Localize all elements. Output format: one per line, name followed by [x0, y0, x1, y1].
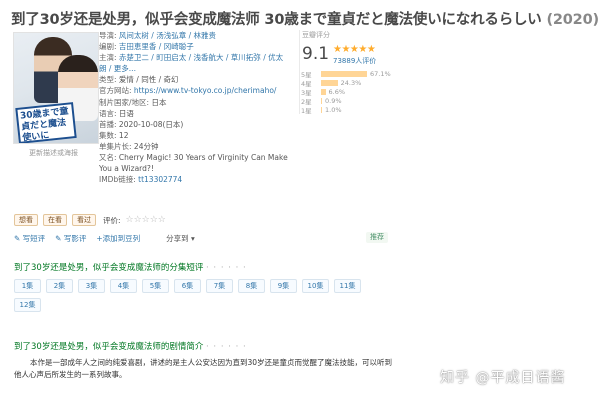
- cast-links[interactable]: 赤楚卫二 / 町田启太 / 浅香航大 / 草川拓弥 / 优太朗 / 更多...: [99, 53, 283, 73]
- info-language: 语言: 日语: [99, 108, 134, 118]
- episodes-section-title: 到了30岁还是处男，似乎会变成魔法师的分集短评 · · · · · ·: [14, 263, 247, 273]
- poster-title-text: 30歳まで童貞だと魔法使いに: [15, 102, 77, 143]
- mark-actions: 想看 在看 看过 评价: ☆☆☆☆☆: [14, 214, 166, 226]
- info-writer: 编剧: 吉田恵里香 / 冈崎聪子: [99, 42, 194, 52]
- official-site-link[interactable]: https://www.tv-tokyo.co.jp/cherimaho/: [134, 86, 277, 95]
- info-runtime: 单集片长: 24分钟: [99, 141, 159, 151]
- info-country: 制片国家/地区: 日本: [99, 97, 167, 107]
- summary-section-title: 到了30岁还是处男，似乎会变成魔法师的剧情简介 · · · · · ·: [14, 342, 247, 352]
- page-title: 到了30岁还是处男，似乎会变成魔法师 30歳まで童貞だと魔法使いになれるらしい …: [11, 8, 599, 29]
- title-main: 到了30岁还是处男，似乎会变成魔法师 30歳まで童貞だと魔法使いになれるらしい: [11, 12, 542, 28]
- rating-bar: [321, 71, 367, 78]
- info-director: 导演: 风间太树 / 汤浅弘章 / 林雅贵: [99, 31, 217, 40]
- director-links[interactable]: 风间太树 / 汤浅弘章 / 林雅贵: [119, 31, 216, 40]
- info-aka: 又名: Cherry Magic! 30 Years of Virginity …: [99, 153, 288, 174]
- imdb-link[interactable]: tt13302774: [138, 175, 182, 184]
- rate-stars-icon[interactable]: ☆☆☆☆☆: [126, 215, 166, 225]
- episode-button[interactable]: 2集: [46, 279, 73, 293]
- episode-list: 1集 2集 3集 4集 5集 6集 7集 8集 9集 10集 11集 12集: [14, 279, 374, 312]
- add-to-list-link[interactable]: +添加到豆列: [96, 233, 140, 244]
- chevron-down-icon: ▾: [191, 234, 195, 243]
- rating-bar: [321, 97, 322, 104]
- episode-button[interactable]: 11集: [334, 279, 361, 293]
- rating-score: 9.1: [302, 44, 330, 64]
- write-review-link[interactable]: ✎ 写影评: [55, 233, 86, 244]
- rating-bar: [321, 88, 326, 95]
- review-tools: ✎ 写短评 ✎ 写影评 +添加到豆列 分享到 ▾: [14, 233, 195, 244]
- rate-label: 评价:: [103, 215, 121, 225]
- info-cast: 主演: 赤楚卫二 / 町田启太 / 浅香航大 / 草川拓弥 / 优太朗 / 更多…: [99, 53, 284, 74]
- recommend-button[interactable]: 推荐: [366, 232, 388, 243]
- episode-button[interactable]: 4集: [110, 279, 137, 293]
- rating-distribution: 5星 67.1% 4星 24.3% 3星 6.6% 2星 0.9% 1星 1.0%: [301, 70, 421, 114]
- write-short-review-link[interactable]: ✎ 写短评: [14, 233, 45, 244]
- info-panel: 导演: 风间太树 / 汤浅弘章 / 林雅贵 编剧: 吉田恵里香 / 冈崎聪子 主…: [99, 30, 289, 185]
- info-type: 类型: 爱情 / 同性 / 奇幻: [99, 75, 179, 85]
- title-year: (2020): [546, 12, 599, 28]
- rating-votes-link[interactable]: 73889人评价: [333, 56, 376, 66]
- rating-bar: [321, 106, 322, 113]
- watching-button[interactable]: 在看: [43, 214, 67, 226]
- rating-stars-icon: ★★★★★: [333, 44, 376, 55]
- episode-button[interactable]: 10集: [302, 279, 329, 293]
- watched-button[interactable]: 看过: [72, 214, 96, 226]
- episode-button[interactable]: 7集: [206, 279, 233, 293]
- episode-button[interactable]: 8集: [238, 279, 265, 293]
- share-dropdown[interactable]: 分享到 ▾: [166, 233, 195, 244]
- want-to-watch-button[interactable]: 想看: [14, 214, 38, 226]
- rating-label: 豆瓣评分: [302, 31, 330, 39]
- episode-button[interactable]: 9集: [270, 279, 297, 293]
- rating-bar: [321, 80, 338, 87]
- rating-box: 豆瓣评分 9.1 ★★★★★ 73889人评价 5星 67.1% 4星 24.3% …: [299, 30, 421, 115]
- summary-text: 本作是一部成年人之间的纯爱喜剧，讲述的是主人公安达因为直到30岁还是童贞而觉醒了…: [14, 358, 393, 379]
- info-imdb: IMDb链接: tt13302774: [99, 175, 183, 185]
- update-poster-link[interactable]: 更新描述或海报: [29, 148, 78, 158]
- poster-image[interactable]: 30歳まで童貞だと魔法使いに: [13, 32, 99, 144]
- watermark: 知乎 @平成日语酱: [440, 370, 566, 386]
- rating-row-1: 1星 1.0%: [301, 105, 342, 115]
- episode-button[interactable]: 1集: [14, 279, 41, 293]
- episode-button[interactable]: 12集: [14, 298, 41, 312]
- info-episodes: 集数: 12: [99, 130, 129, 140]
- writer-links[interactable]: 吉田恵里香 / 冈崎聪子: [119, 42, 194, 51]
- episode-button[interactable]: 5集: [142, 279, 169, 293]
- info-site: 官方网站: https://www.tv-tokyo.co.jp/cherima…: [99, 86, 277, 96]
- episode-button[interactable]: 6集: [174, 279, 201, 293]
- info-premiere: 首播: 2020-10-08(日本): [99, 119, 184, 129]
- episode-button[interactable]: 3集: [78, 279, 105, 293]
